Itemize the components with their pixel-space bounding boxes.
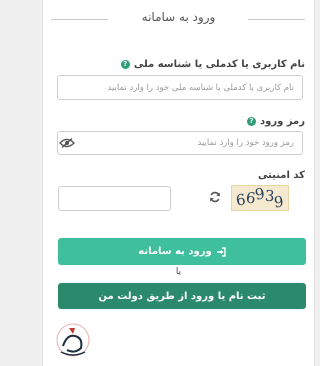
- captcha-input[interactable]: [58, 186, 171, 211]
- help-icon[interactable]: ?: [247, 117, 257, 126]
- login-button[interactable]: ورود به سامانه: [58, 238, 306, 265]
- password-label: رمز ورود: [260, 116, 305, 127]
- or-separator: یا: [175, 267, 182, 277]
- help-icon[interactable]: ?: [120, 60, 130, 69]
- logo: [56, 323, 90, 357]
- password-input[interactable]: [57, 131, 303, 155]
- eye-slash-icon[interactable]: [59, 138, 75, 148]
- gov-login-button[interactable]: ثبت نام یا ورود از طریق دولت من: [58, 283, 306, 309]
- username-label-row: نام کاربری یا کدملی یا شناسه ملی ?: [120, 59, 305, 70]
- login-button-label: ورود به سامانه: [138, 246, 212, 257]
- login-panel: ورود به سامانه نام کاربری یا کدملی یا شن…: [42, 0, 315, 366]
- password-label-row: رمز ورود ?: [247, 116, 305, 127]
- gov-login-button-label: ثبت نام یا ورود از طریق دولت من: [98, 290, 266, 302]
- captcha-image: 6 6 9 3 9: [231, 184, 289, 212]
- header: ورود به سامانه: [43, 9, 314, 29]
- sign-in-icon: [216, 246, 226, 257]
- page-title: ورود به سامانه: [141, 10, 216, 24]
- username-label: نام کاربری یا کدملی یا شناسه ملی: [133, 59, 305, 70]
- divider: [248, 19, 305, 20]
- captcha-label: کد امنیتی: [257, 170, 305, 181]
- captcha-label-row: کد امنیتی: [258, 170, 305, 181]
- username-input[interactable]: [57, 75, 303, 100]
- refresh-icon[interactable]: [209, 191, 221, 203]
- captcha-digit: 9: [273, 192, 285, 212]
